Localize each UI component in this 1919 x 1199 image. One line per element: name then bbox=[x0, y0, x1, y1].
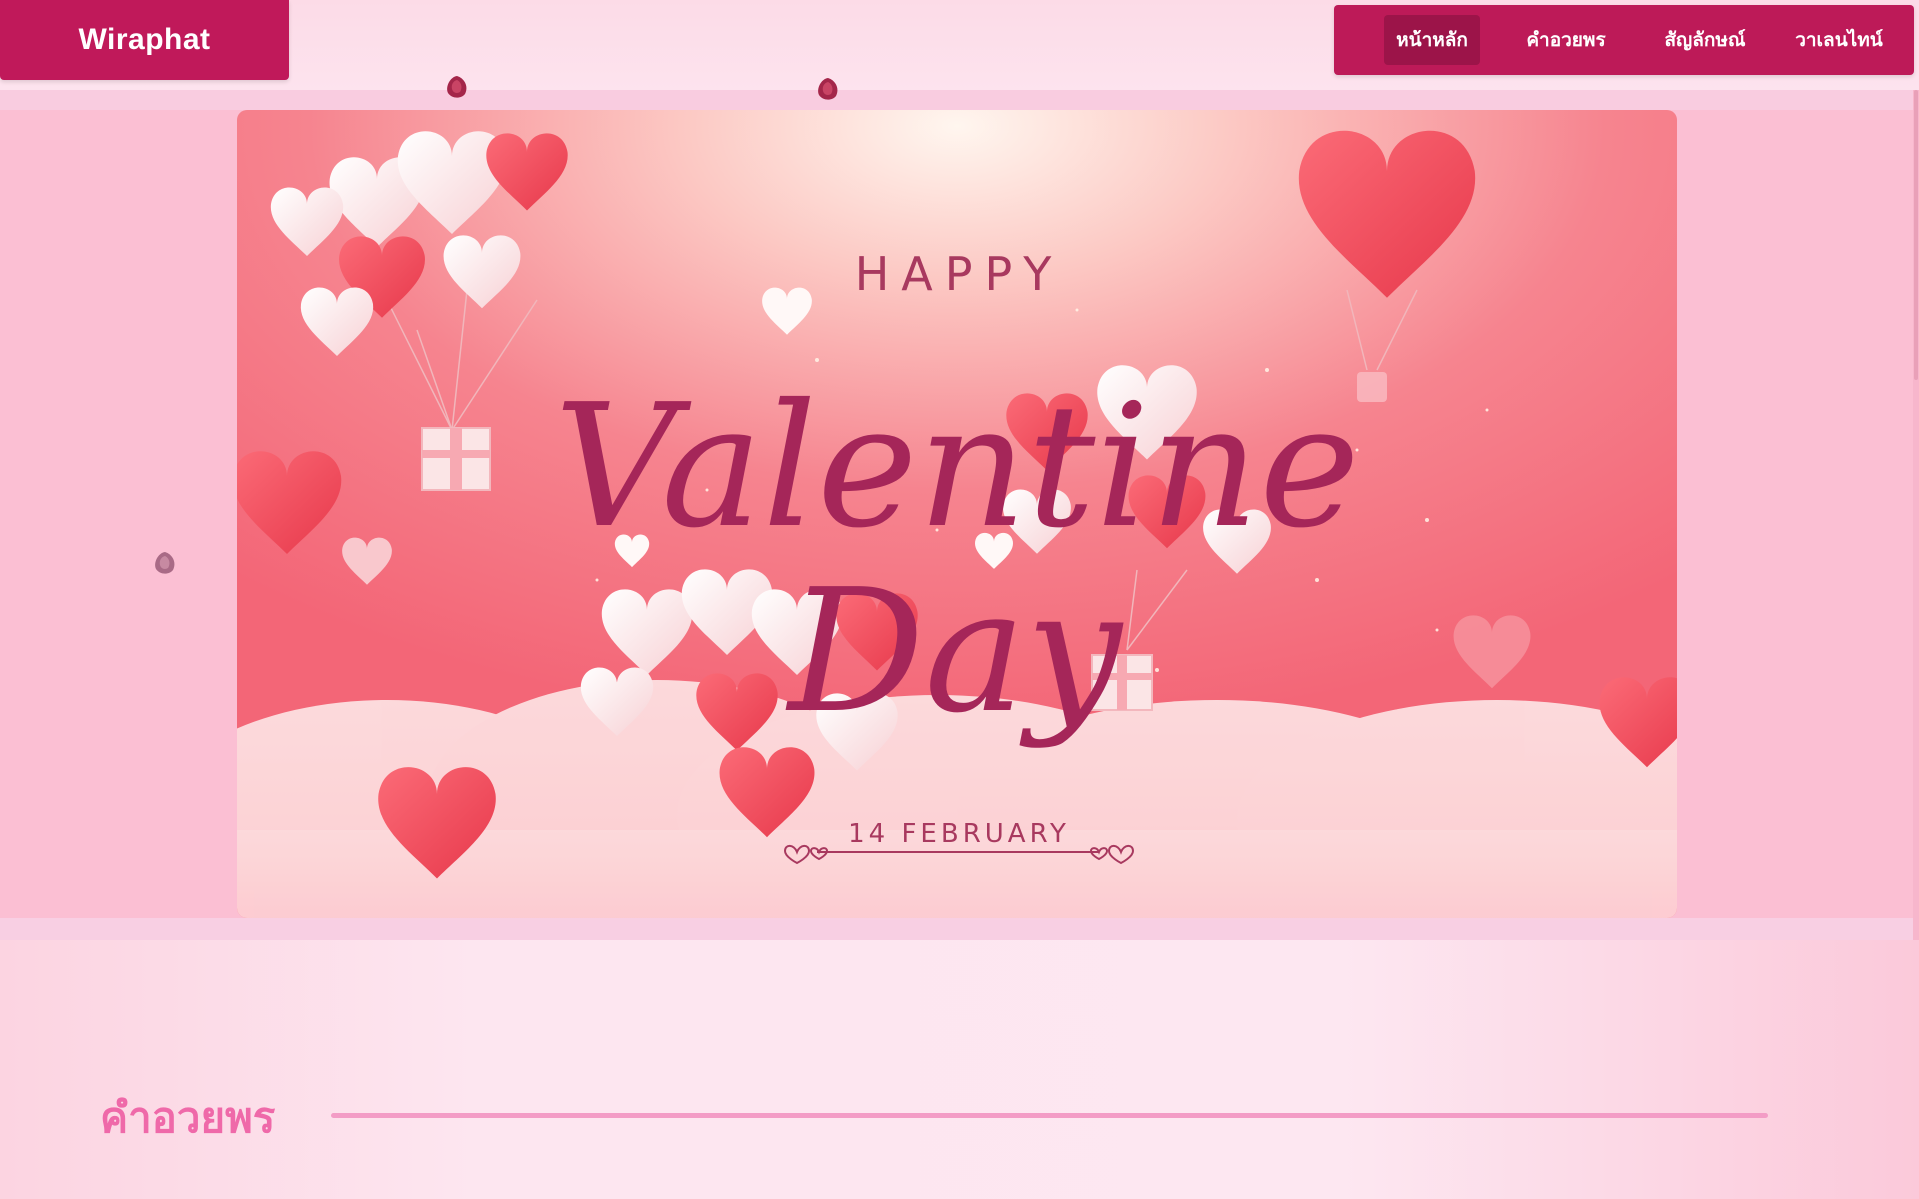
hero-band-strip bbox=[0, 90, 1919, 110]
hero-date: 14 FEBRUARY bbox=[848, 819, 1070, 849]
site-logo[interactable]: Wiraphat bbox=[0, 0, 289, 80]
lower-section bbox=[0, 940, 1919, 1199]
gift-box-icon bbox=[421, 427, 491, 491]
hero-illustration: HAPPY Valentine Day 14 FEBRUARY bbox=[237, 110, 1677, 918]
nav-item-valentine[interactable]: วาเลนไทน์ bbox=[1774, 15, 1904, 65]
nav-item-symbols[interactable]: สัญลักษณ์ bbox=[1640, 15, 1770, 65]
hero-banner: HAPPY Valentine Day 14 FEBRUARY bbox=[237, 110, 1677, 918]
section-title-wishes: คำอวยพร bbox=[100, 1093, 276, 1142]
section-divider bbox=[331, 1113, 1768, 1118]
hero-valentine: Valentine bbox=[554, 368, 1360, 566]
hero-bottom-strip bbox=[0, 918, 1919, 940]
rose-petal-icon bbox=[818, 78, 838, 100]
hero-happy: HAPPY bbox=[855, 247, 1064, 301]
rose-petal-icon bbox=[155, 552, 175, 574]
logo-text: Wiraphat bbox=[78, 23, 211, 56]
scrollbar-thumb[interactable] bbox=[1914, 90, 1918, 380]
main-nav: หน้าหลัก คำอวยพร สัญลักษณ์ วาเลนไทน์ bbox=[1334, 5, 1914, 75]
nav-item-home[interactable]: หน้าหลัก bbox=[1384, 15, 1480, 65]
hero-day: Day bbox=[785, 553, 1124, 751]
nav-item-wishes[interactable]: คำอวยพร bbox=[1504, 15, 1628, 65]
rose-petal-icon bbox=[447, 76, 467, 98]
